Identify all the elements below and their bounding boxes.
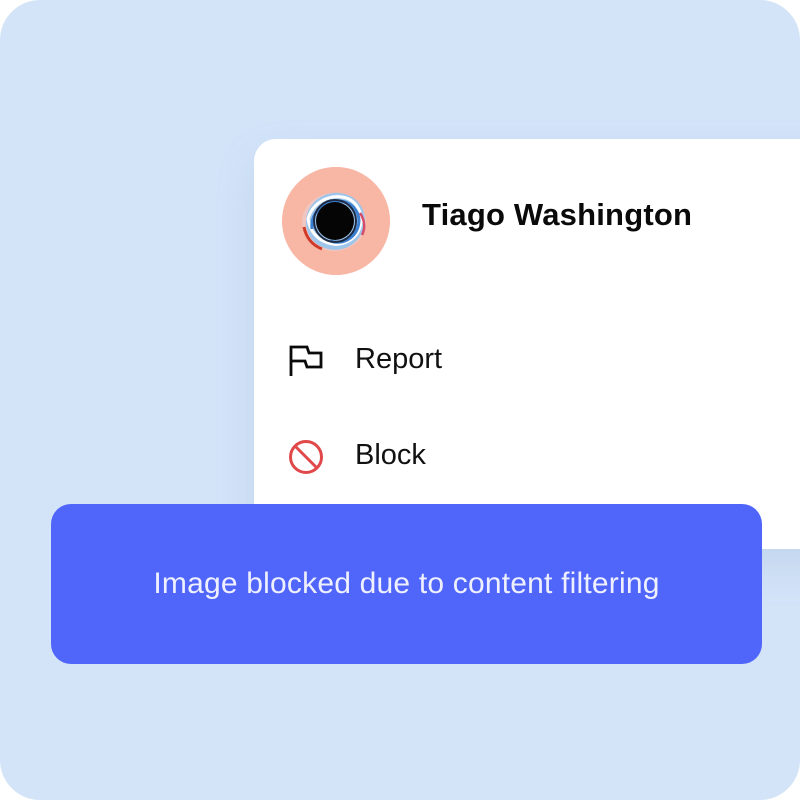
flag-icon [288,343,324,379]
swirl-avatar-icon [282,167,390,275]
content-filter-message: Image blocked due to content filtering [153,567,660,600]
profile-header: Tiago Washington [282,167,800,275]
profile-action-card: Tiago Washington Report Block [254,139,800,549]
report-label: Report [355,343,443,375]
block-label: Block [355,439,426,471]
report-menu-item[interactable]: Report [254,326,800,396]
block-menu-item[interactable]: Block [254,422,800,492]
block-icon [288,439,324,475]
profile-name: Tiago Washington [422,197,693,232]
content-filter-banner: Image blocked due to content filtering [51,504,762,664]
avatar[interactable] [282,167,390,275]
backdrop-panel: Tiago Washington Report Block Image bloc… [0,0,800,800]
canvas: Tiago Washington Report Block Image bloc… [0,0,800,800]
